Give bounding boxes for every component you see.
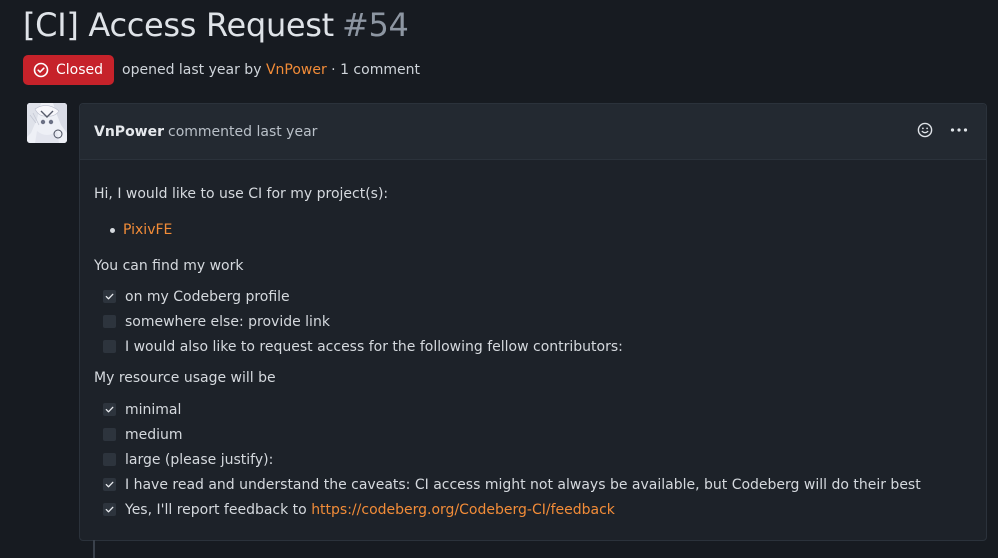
usage-task-list: minimal medium large (please justify): I… bbox=[94, 397, 972, 522]
list-item: PixivFE bbox=[94, 212, 972, 248]
task-label: I have read and understand the caveats: … bbox=[125, 476, 921, 493]
task-label: minimal bbox=[125, 401, 182, 418]
task-label: large (please justify): bbox=[125, 451, 274, 468]
checkbox-checked[interactable] bbox=[103, 478, 116, 491]
status-label: Closed bbox=[56, 62, 104, 78]
check-icon bbox=[105, 293, 114, 300]
find-heading: You can find my work bbox=[94, 258, 244, 274]
author-link[interactable]: VnPower bbox=[266, 62, 327, 78]
task-item: on my Codeberg profile bbox=[94, 284, 972, 309]
avatar-image bbox=[27, 103, 67, 143]
task-label: medium bbox=[125, 426, 183, 443]
task-item: large (please justify): bbox=[94, 447, 972, 472]
check-icon bbox=[105, 506, 114, 513]
issue-number: #54 bbox=[341, 6, 409, 44]
task-item: minimal bbox=[94, 397, 972, 422]
smiley-icon bbox=[917, 122, 933, 138]
checkbox-checked[interactable] bbox=[103, 503, 116, 516]
task-item: I have read and understand the caveats: … bbox=[94, 472, 972, 497]
meta-suffix: · 1 comment bbox=[331, 62, 420, 78]
timeline-line bbox=[93, 540, 95, 558]
avatar[interactable] bbox=[27, 103, 67, 143]
project-link[interactable]: PixivFE bbox=[123, 222, 172, 238]
reaction-button[interactable] bbox=[916, 121, 934, 139]
comment-body: Hi, I would like to use CI for my projec… bbox=[80, 160, 986, 522]
feedback-link[interactable]: https://codeberg.org/Codeberg-CI/feedbac… bbox=[311, 502, 615, 518]
check-icon bbox=[105, 406, 114, 413]
task-label: Yes, I'll report feedback to https://cod… bbox=[125, 502, 615, 518]
check-icon bbox=[105, 481, 114, 488]
checkbox-unchecked[interactable] bbox=[103, 340, 116, 353]
comment-author[interactable]: VnPower bbox=[94, 124, 164, 140]
task-item: medium bbox=[94, 422, 972, 447]
checkbox-unchecked[interactable] bbox=[103, 428, 116, 441]
project-list: PixivFE bbox=[94, 212, 972, 248]
task-item: I would also like to request access for … bbox=[94, 334, 972, 359]
closed-circle-icon bbox=[33, 62, 49, 78]
checkbox-unchecked[interactable] bbox=[103, 453, 116, 466]
task-label: somewhere else: provide link bbox=[125, 313, 330, 330]
find-task-list: on my Codeberg profile somewhere else: p… bbox=[94, 284, 972, 359]
issue-title: [CI] Access Request #54 bbox=[23, 6, 409, 44]
issue-page: [CI] Access Request #54 Closed opened las… bbox=[0, 0, 998, 558]
task-item: Yes, I'll report feedback to https://cod… bbox=[94, 497, 972, 522]
checkbox-checked[interactable] bbox=[103, 403, 116, 416]
more-options-button[interactable] bbox=[950, 121, 968, 139]
task-label: I would also like to request access for … bbox=[125, 338, 623, 355]
checkbox-unchecked[interactable] bbox=[103, 315, 116, 328]
status-badge: Closed bbox=[23, 55, 115, 85]
issue-meta: Closed opened last year by VnPower · 1 c… bbox=[23, 55, 420, 85]
feedback-prefix: Yes, I'll report feedback to bbox=[125, 501, 307, 518]
issue-meta-text: opened last year by VnPower · 1 comment bbox=[122, 62, 420, 78]
comment-box: VnPower commented last year Hi, I would … bbox=[79, 103, 987, 541]
comment-action[interactable]: commented last year bbox=[168, 124, 317, 140]
task-item: somewhere else: provide link bbox=[94, 309, 972, 334]
bullet-icon bbox=[110, 227, 115, 233]
ellipsis-icon bbox=[950, 128, 968, 132]
task-label: on my Codeberg profile bbox=[125, 288, 290, 305]
comment-header: VnPower commented last year bbox=[80, 104, 986, 160]
issue-title-text: [CI] Access Request bbox=[23, 6, 334, 44]
comment-actions bbox=[916, 121, 968, 139]
usage-heading: My resource usage will be bbox=[94, 370, 276, 386]
intro-text: Hi, I would like to use CI for my projec… bbox=[94, 186, 389, 202]
checkbox-checked[interactable] bbox=[103, 290, 116, 303]
meta-prefix: opened last year by bbox=[122, 62, 262, 78]
